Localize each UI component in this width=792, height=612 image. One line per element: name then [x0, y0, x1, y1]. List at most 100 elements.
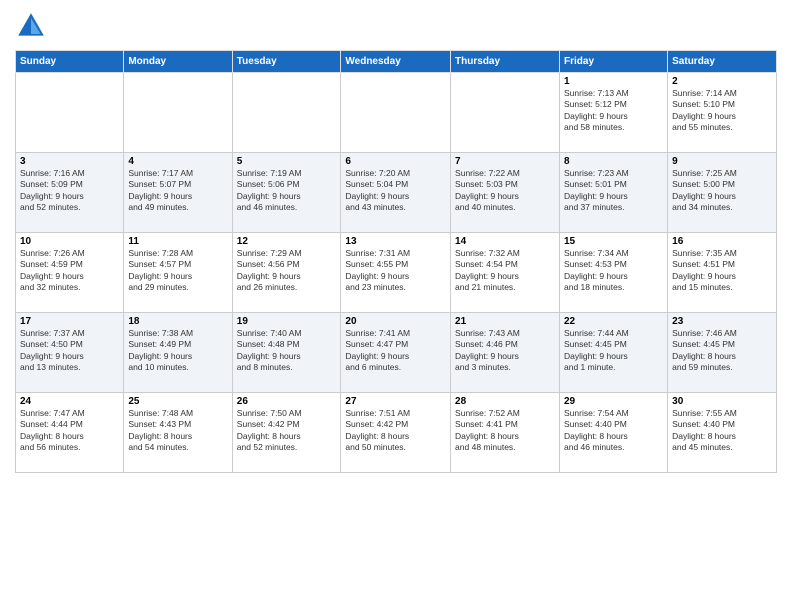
calendar-cell: 2Sunrise: 7:14 AM Sunset: 5:10 PM Daylig… — [668, 73, 777, 153]
week-row-4: 24Sunrise: 7:47 AM Sunset: 4:44 PM Dayli… — [16, 393, 777, 473]
day-number: 19 — [237, 316, 337, 327]
calendar-cell: 7Sunrise: 7:22 AM Sunset: 5:03 PM Daylig… — [451, 153, 560, 233]
day-number: 27 — [345, 396, 446, 407]
day-info: Sunrise: 7:19 AM Sunset: 5:06 PM Dayligh… — [237, 168, 337, 214]
header-row: SundayMondayTuesdayWednesdayThursdayFrid… — [16, 51, 777, 73]
calendar-cell: 21Sunrise: 7:43 AM Sunset: 4:46 PM Dayli… — [451, 313, 560, 393]
day-info: Sunrise: 7:47 AM Sunset: 4:44 PM Dayligh… — [20, 408, 119, 454]
calendar-cell — [124, 73, 232, 153]
calendar-cell: 16Sunrise: 7:35 AM Sunset: 4:51 PM Dayli… — [668, 233, 777, 313]
calendar-cell: 10Sunrise: 7:26 AM Sunset: 4:59 PM Dayli… — [16, 233, 124, 313]
logo-icon — [15, 10, 47, 42]
calendar-cell: 12Sunrise: 7:29 AM Sunset: 4:56 PM Dayli… — [232, 233, 341, 313]
calendar-table: SundayMondayTuesdayWednesdayThursdayFrid… — [15, 50, 777, 473]
day-info: Sunrise: 7:51 AM Sunset: 4:42 PM Dayligh… — [345, 408, 446, 454]
logo — [15, 10, 51, 42]
day-number: 8 — [564, 156, 663, 167]
calendar-cell: 11Sunrise: 7:28 AM Sunset: 4:57 PM Dayli… — [124, 233, 232, 313]
column-header-wednesday: Wednesday — [341, 51, 451, 73]
calendar-cell: 14Sunrise: 7:32 AM Sunset: 4:54 PM Dayli… — [451, 233, 560, 313]
day-number: 24 — [20, 396, 119, 407]
day-info: Sunrise: 7:43 AM Sunset: 4:46 PM Dayligh… — [455, 328, 555, 374]
calendar-cell: 28Sunrise: 7:52 AM Sunset: 4:41 PM Dayli… — [451, 393, 560, 473]
day-info: Sunrise: 7:44 AM Sunset: 4:45 PM Dayligh… — [564, 328, 663, 374]
day-number: 12 — [237, 236, 337, 247]
day-info: Sunrise: 7:34 AM Sunset: 4:53 PM Dayligh… — [564, 248, 663, 294]
column-header-saturday: Saturday — [668, 51, 777, 73]
day-number: 11 — [128, 236, 227, 247]
day-number: 30 — [672, 396, 772, 407]
day-number: 13 — [345, 236, 446, 247]
day-info: Sunrise: 7:16 AM Sunset: 5:09 PM Dayligh… — [20, 168, 119, 214]
day-info: Sunrise: 7:38 AM Sunset: 4:49 PM Dayligh… — [128, 328, 227, 374]
calendar-cell: 15Sunrise: 7:34 AM Sunset: 4:53 PM Dayli… — [560, 233, 668, 313]
day-info: Sunrise: 7:50 AM Sunset: 4:42 PM Dayligh… — [237, 408, 337, 454]
calendar-cell: 1Sunrise: 7:13 AM Sunset: 5:12 PM Daylig… — [560, 73, 668, 153]
day-number: 5 — [237, 156, 337, 167]
day-info: Sunrise: 7:14 AM Sunset: 5:10 PM Dayligh… — [672, 88, 772, 134]
calendar-cell: 18Sunrise: 7:38 AM Sunset: 4:49 PM Dayli… — [124, 313, 232, 393]
calendar-cell: 22Sunrise: 7:44 AM Sunset: 4:45 PM Dayli… — [560, 313, 668, 393]
day-info: Sunrise: 7:28 AM Sunset: 4:57 PM Dayligh… — [128, 248, 227, 294]
day-number: 20 — [345, 316, 446, 327]
day-number: 29 — [564, 396, 663, 407]
column-header-friday: Friday — [560, 51, 668, 73]
calendar-header: SundayMondayTuesdayWednesdayThursdayFrid… — [16, 51, 777, 73]
day-info: Sunrise: 7:54 AM Sunset: 4:40 PM Dayligh… — [564, 408, 663, 454]
day-number: 2 — [672, 76, 772, 87]
column-header-tuesday: Tuesday — [232, 51, 341, 73]
calendar-cell — [232, 73, 341, 153]
page: SundayMondayTuesdayWednesdayThursdayFrid… — [0, 0, 792, 612]
day-number: 28 — [455, 396, 555, 407]
week-row-0: 1Sunrise: 7:13 AM Sunset: 5:12 PM Daylig… — [16, 73, 777, 153]
calendar-cell: 8Sunrise: 7:23 AM Sunset: 5:01 PM Daylig… — [560, 153, 668, 233]
calendar-cell: 13Sunrise: 7:31 AM Sunset: 4:55 PM Dayli… — [341, 233, 451, 313]
day-number: 4 — [128, 156, 227, 167]
calendar-cell: 5Sunrise: 7:19 AM Sunset: 5:06 PM Daylig… — [232, 153, 341, 233]
day-number: 25 — [128, 396, 227, 407]
column-header-sunday: Sunday — [16, 51, 124, 73]
calendar-cell: 29Sunrise: 7:54 AM Sunset: 4:40 PM Dayli… — [560, 393, 668, 473]
calendar-cell: 3Sunrise: 7:16 AM Sunset: 5:09 PM Daylig… — [16, 153, 124, 233]
day-info: Sunrise: 7:23 AM Sunset: 5:01 PM Dayligh… — [564, 168, 663, 214]
day-info: Sunrise: 7:26 AM Sunset: 4:59 PM Dayligh… — [20, 248, 119, 294]
calendar-cell: 17Sunrise: 7:37 AM Sunset: 4:50 PM Dayli… — [16, 313, 124, 393]
day-info: Sunrise: 7:20 AM Sunset: 5:04 PM Dayligh… — [345, 168, 446, 214]
day-number: 6 — [345, 156, 446, 167]
day-number: 23 — [672, 316, 772, 327]
week-row-3: 17Sunrise: 7:37 AM Sunset: 4:50 PM Dayli… — [16, 313, 777, 393]
day-info: Sunrise: 7:13 AM Sunset: 5:12 PM Dayligh… — [564, 88, 663, 134]
week-row-2: 10Sunrise: 7:26 AM Sunset: 4:59 PM Dayli… — [16, 233, 777, 313]
day-info: Sunrise: 7:35 AM Sunset: 4:51 PM Dayligh… — [672, 248, 772, 294]
calendar-cell — [16, 73, 124, 153]
calendar-cell: 23Sunrise: 7:46 AM Sunset: 4:45 PM Dayli… — [668, 313, 777, 393]
column-header-monday: Monday — [124, 51, 232, 73]
calendar-cell: 9Sunrise: 7:25 AM Sunset: 5:00 PM Daylig… — [668, 153, 777, 233]
day-info: Sunrise: 7:37 AM Sunset: 4:50 PM Dayligh… — [20, 328, 119, 374]
header — [15, 10, 777, 42]
day-info: Sunrise: 7:55 AM Sunset: 4:40 PM Dayligh… — [672, 408, 772, 454]
day-number: 22 — [564, 316, 663, 327]
day-number: 3 — [20, 156, 119, 167]
day-info: Sunrise: 7:48 AM Sunset: 4:43 PM Dayligh… — [128, 408, 227, 454]
calendar-cell: 19Sunrise: 7:40 AM Sunset: 4:48 PM Dayli… — [232, 313, 341, 393]
day-info: Sunrise: 7:32 AM Sunset: 4:54 PM Dayligh… — [455, 248, 555, 294]
column-header-thursday: Thursday — [451, 51, 560, 73]
day-info: Sunrise: 7:17 AM Sunset: 5:07 PM Dayligh… — [128, 168, 227, 214]
day-info: Sunrise: 7:41 AM Sunset: 4:47 PM Dayligh… — [345, 328, 446, 374]
day-info: Sunrise: 7:52 AM Sunset: 4:41 PM Dayligh… — [455, 408, 555, 454]
calendar-cell: 6Sunrise: 7:20 AM Sunset: 5:04 PM Daylig… — [341, 153, 451, 233]
day-info: Sunrise: 7:22 AM Sunset: 5:03 PM Dayligh… — [455, 168, 555, 214]
calendar-cell: 4Sunrise: 7:17 AM Sunset: 5:07 PM Daylig… — [124, 153, 232, 233]
calendar-cell: 27Sunrise: 7:51 AM Sunset: 4:42 PM Dayli… — [341, 393, 451, 473]
day-info: Sunrise: 7:25 AM Sunset: 5:00 PM Dayligh… — [672, 168, 772, 214]
day-number: 18 — [128, 316, 227, 327]
calendar-cell: 20Sunrise: 7:41 AM Sunset: 4:47 PM Dayli… — [341, 313, 451, 393]
day-number: 15 — [564, 236, 663, 247]
day-number: 14 — [455, 236, 555, 247]
calendar-cell — [341, 73, 451, 153]
calendar-cell: 24Sunrise: 7:47 AM Sunset: 4:44 PM Dayli… — [16, 393, 124, 473]
day-number: 1 — [564, 76, 663, 87]
week-row-1: 3Sunrise: 7:16 AM Sunset: 5:09 PM Daylig… — [16, 153, 777, 233]
day-number: 16 — [672, 236, 772, 247]
